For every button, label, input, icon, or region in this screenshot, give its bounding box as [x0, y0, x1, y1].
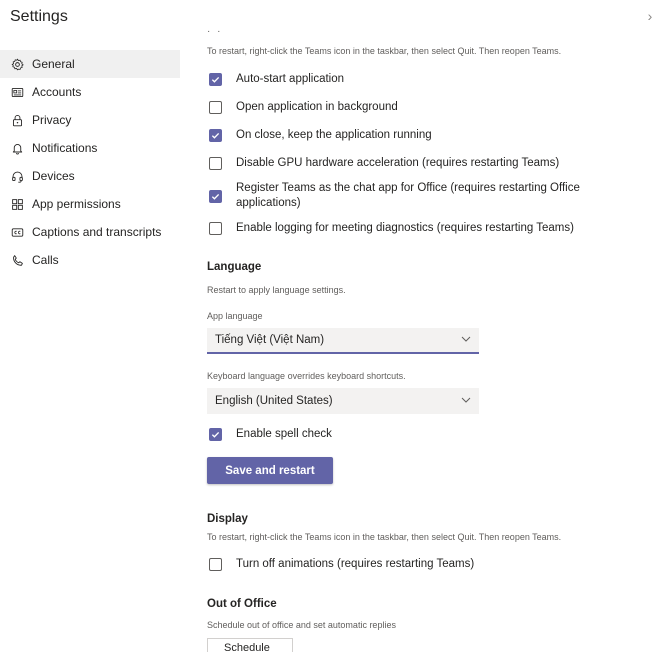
sidebar-item-label: App permissions: [32, 197, 121, 211]
sidebar-item-accounts[interactable]: Accounts: [0, 78, 180, 106]
enable-logging-checkbox[interactable]: Enable logging for meeting diagnostics (…: [207, 221, 574, 236]
sidebar-item-notifications[interactable]: Notifications: [0, 134, 180, 162]
app-language-label: App language: [207, 311, 263, 321]
chevron-down-icon: [461, 395, 471, 408]
sidebar-item-label: Privacy: [32, 113, 72, 127]
restart-note: To restart, right-click the Teams icon i…: [207, 46, 562, 56]
headset-icon: [10, 169, 24, 183]
page-title: Settings: [10, 8, 68, 25]
open-in-background-checkbox[interactable]: Open application in background: [207, 100, 398, 115]
checkbox-checked[interactable]: [209, 73, 222, 86]
sidebar-item-general[interactable]: General: [0, 50, 180, 78]
language-note: Restart to apply language settings.: [207, 285, 346, 295]
checkbox-label: Enable spell check: [236, 428, 332, 440]
close-button[interactable]: ›: [643, 7, 657, 25]
checkbox-label: Enable logging for meeting diagnostics (…: [236, 222, 574, 234]
out-of-office-note: Schedule out of office and set automatic…: [207, 620, 396, 630]
sidebar-item-label: Accounts: [32, 85, 82, 99]
sidebar-item-privacy[interactable]: Privacy: [0, 106, 180, 134]
keyboard-language-select[interactable]: English (United States): [207, 388, 479, 414]
schedule-button[interactable]: Schedule: [207, 638, 293, 652]
sidebar-item-label: Calls: [32, 253, 59, 267]
sidebar-item-devices[interactable]: Devices: [0, 162, 180, 190]
apps-icon: [10, 197, 24, 211]
app-language-select[interactable]: Tiếng Việt (Việt Nam): [207, 328, 479, 354]
sidebar-item-calls[interactable]: Calls: [0, 246, 180, 274]
lock-icon: [10, 113, 24, 127]
checkbox-label: Open application in background: [236, 101, 398, 113]
sidebar-item-label: Notifications: [32, 141, 98, 155]
checkbox-label: Register Teams as the chat app for Offic…: [236, 182, 580, 209]
keep-running-checkbox[interactable]: On close, keep the application running: [207, 128, 432, 143]
sidebar-item-captions[interactable]: Captions and transcripts: [0, 218, 180, 246]
display-title: Display: [207, 513, 248, 525]
select-value: English (United States): [215, 395, 333, 407]
out-of-office-title: Out of Office: [207, 598, 277, 610]
checkbox-unchecked[interactable]: [209, 157, 222, 170]
checkbox-unchecked[interactable]: [209, 558, 222, 571]
checkbox-checked[interactable]: [209, 129, 222, 142]
truncated-heading: · ·: [207, 26, 223, 37]
sidebar-item-label: General: [32, 57, 75, 71]
chevron-down-icon: [461, 334, 471, 347]
cc-icon: [10, 225, 24, 239]
checkbox-unchecked[interactable]: [209, 222, 222, 235]
keyboard-note: Keyboard language overrides keyboard sho…: [207, 371, 406, 381]
sidebar-item-label: Devices: [32, 169, 75, 183]
phone-icon: [10, 253, 24, 267]
chevron-right-icon: ›: [647, 8, 653, 24]
checkbox-label: Turn off animations (requires restarting…: [236, 558, 475, 570]
spell-check-checkbox[interactable]: Enable spell check: [207, 427, 332, 442]
select-value: Tiếng Việt (Việt Nam): [215, 334, 325, 346]
id-card-icon: [10, 85, 24, 99]
checkbox-unchecked[interactable]: [209, 101, 222, 114]
checkbox-checked[interactable]: [209, 190, 222, 203]
language-title: Language: [207, 261, 262, 273]
sidebar-item-label: Captions and transcripts: [32, 225, 162, 239]
checkbox-label: Auto-start application: [236, 73, 345, 85]
disable-gpu-checkbox[interactable]: Disable GPU hardware acceleration (requi…: [207, 156, 559, 171]
checkbox-checked[interactable]: [209, 428, 222, 441]
sidebar: General Accounts Privacy Notifications D…: [0, 50, 180, 274]
checkbox-label: On close, keep the application running: [236, 129, 432, 141]
turn-off-animations-checkbox[interactable]: Turn off animations (requires restarting…: [207, 557, 474, 572]
register-chat-app-checkbox[interactable]: Register Teams as the chat app for Offic…: [207, 181, 627, 211]
sidebar-item-app-permissions[interactable]: App permissions: [0, 190, 180, 218]
gear-icon: [10, 57, 24, 71]
save-and-restart-button[interactable]: Save and restart: [207, 457, 333, 484]
auto-start-checkbox[interactable]: Auto-start application: [207, 72, 344, 87]
bell-icon: [10, 141, 24, 155]
display-note: To restart, right-click the Teams icon i…: [207, 532, 562, 542]
checkbox-label: Disable GPU hardware acceleration (requi…: [236, 157, 560, 169]
